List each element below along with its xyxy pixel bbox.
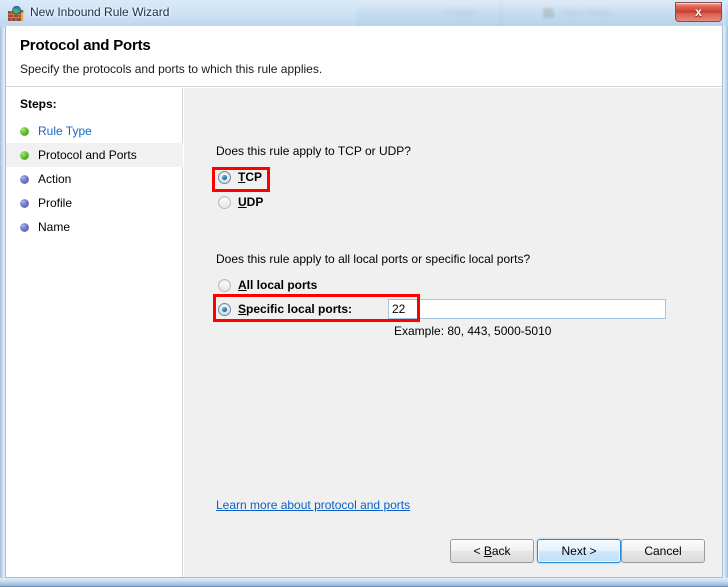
page-subtitle: Specify the protocols and ports to which…: [20, 62, 323, 76]
radio-tcp[interactable]: TCP: [218, 170, 262, 184]
radio-rest-all-local-ports: ll local ports: [246, 278, 318, 292]
wizard-window: New Inbound Rule Wizard x Protocol and P…: [0, 0, 728, 587]
wizard-client-area: Protocol and Ports Specify the protocols…: [5, 26, 723, 578]
next-button[interactable]: Next >: [537, 539, 621, 563]
step-status-dot-pending: [20, 198, 29, 208]
sidebar-item-protocol-and-ports[interactable]: Protocol and Ports: [6, 143, 183, 167]
content-pane: Does this rule apply to TCP or UDP? TCP …: [184, 88, 722, 577]
back-button-suffix: ack: [491, 544, 511, 558]
sidebar-item-rule-type[interactable]: Rule Type: [6, 119, 183, 143]
step-status-dot-pending: [20, 174, 29, 184]
radio-all-local-ports[interactable]: All local ports: [218, 278, 317, 292]
cancel-button[interactable]: Cancel: [621, 539, 705, 563]
radio-accel-udp: U: [238, 195, 247, 209]
radio-accel-specific-local-ports: S: [238, 302, 247, 316]
specific-local-ports-input[interactable]: [388, 299, 666, 319]
radio-indicator-udp: [218, 195, 231, 209]
steps-sidebar: Steps: Rule Type Protocol and Ports Acti…: [6, 88, 183, 577]
back-button[interactable]: < Back: [450, 539, 534, 563]
page-header: Protocol and Ports Specify the protocols…: [6, 26, 722, 87]
sidebar-item-action[interactable]: Action: [6, 167, 183, 191]
sidebar-item-label: Action: [38, 172, 72, 186]
radio-indicator-all-local-ports: [218, 278, 231, 292]
step-status-dot-done: [20, 150, 29, 160]
protocol-question-label: Does this rule apply to TCP or UDP?: [216, 144, 411, 158]
steps-heading: Steps:: [20, 97, 57, 111]
ports-question-label: Does this rule apply to all local ports …: [216, 252, 531, 266]
close-icon: x: [695, 5, 702, 19]
sidebar-item-label: Rule Type: [38, 124, 92, 138]
window-frame-right: [723, 0, 728, 587]
steps-list: Rule Type Protocol and Ports Action Prof…: [6, 119, 183, 239]
radio-indicator-specific-local-ports: [218, 302, 231, 316]
sidebar-item-label: Name: [38, 220, 71, 234]
radio-indicator-tcp: [218, 170, 231, 184]
sidebar-item-name[interactable]: Name: [6, 215, 183, 239]
sidebar-item-label: Profile: [38, 196, 73, 210]
sidebar-item-profile[interactable]: Profile: [6, 191, 183, 215]
window-title: New Inbound Rule Wizard: [30, 5, 170, 19]
radio-udp[interactable]: UDP: [218, 195, 263, 209]
window-frame-bottom: [0, 578, 728, 587]
radio-label-all-local-ports: All local ports: [238, 278, 317, 292]
title-bar: New Inbound Rule Wizard x: [0, 0, 728, 27]
page-title: Protocol and Ports: [20, 37, 151, 54]
radio-label-udp: UDP: [238, 195, 263, 209]
step-status-dot-pending: [20, 222, 29, 232]
radio-rest-udp: DP: [246, 195, 264, 209]
radio-specific-local-ports[interactable]: Specific local ports:: [218, 302, 352, 316]
radio-rest-tcp: CP: [245, 170, 263, 184]
radio-label-specific-local-ports: Specific local ports:: [238, 302, 352, 316]
back-button-prefix: <: [473, 544, 484, 558]
radio-accel-all-local-ports: A: [238, 278, 247, 292]
radio-rest-specific-local-ports: pecific local ports:: [246, 302, 353, 316]
radio-label-tcp: TCP: [238, 170, 262, 184]
firewall-globe-icon: [8, 6, 24, 21]
sidebar-item-label: Protocol and Ports: [38, 148, 137, 162]
back-button-accel: B: [483, 544, 492, 558]
step-status-dot-done: [20, 126, 29, 136]
ports-example-hint: Example: 80, 443, 5000-5010: [394, 324, 552, 338]
wizard-footer: < Back Next > Cancel: [6, 525, 722, 577]
close-button[interactable]: x: [675, 2, 722, 22]
learn-more-link[interactable]: Learn more about protocol and ports: [216, 498, 410, 512]
